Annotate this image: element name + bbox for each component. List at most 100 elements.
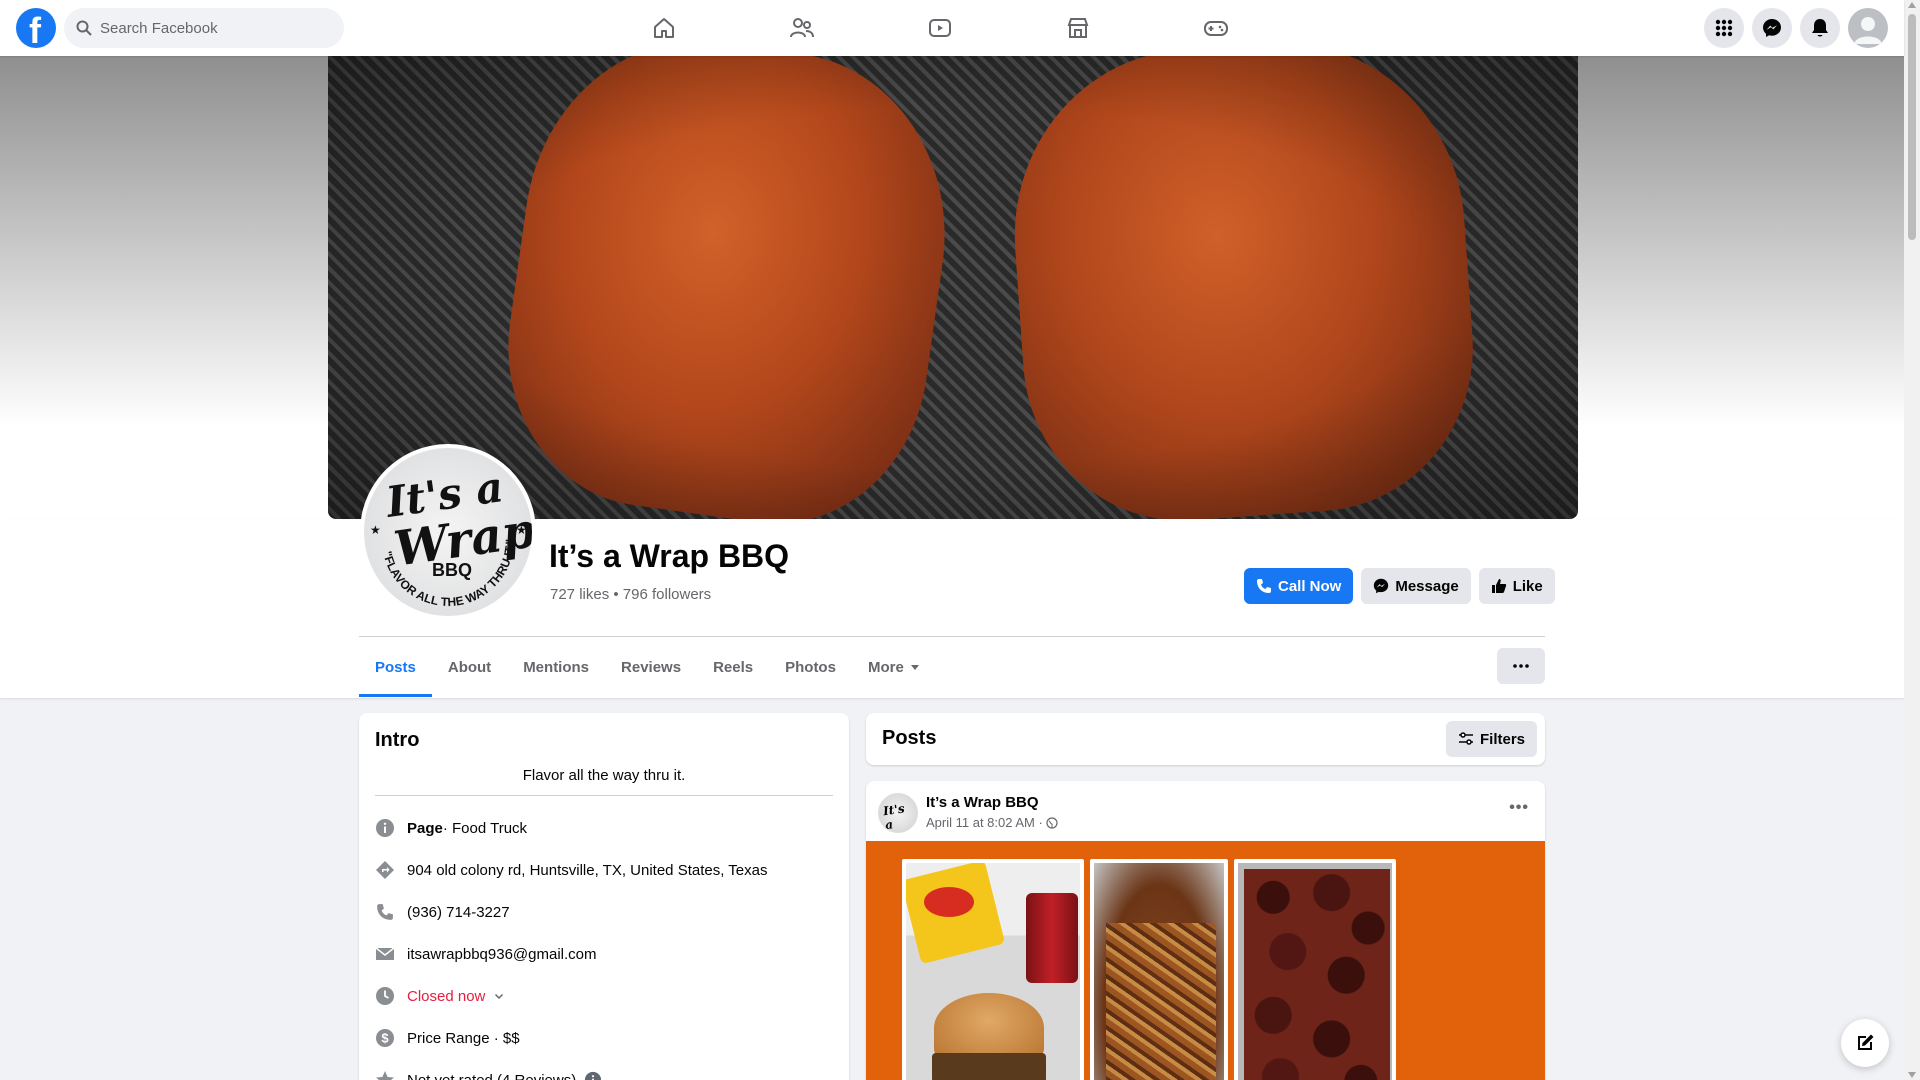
posts-header-card: Posts Filters <box>866 713 1545 765</box>
tab-label: Reviews <box>621 658 682 676</box>
phone-text: (936) 714-3227 <box>407 903 510 921</box>
intro-price-row: $ Price Range · $$ <box>375 1026 520 1050</box>
like-button[interactable]: Like <box>1478 568 1555 604</box>
menu-grid-icon[interactable] <box>1704 8 1744 48</box>
svg-text:"FLAVOR ALL THE WAY THRU IT.": "FLAVOR ALL THE WAY THRU IT." <box>380 539 517 609</box>
page-stats[interactable]: 727 likes • 796 followers <box>550 586 711 603</box>
search-input[interactable] <box>100 8 330 48</box>
home-icon[interactable] <box>608 0 720 56</box>
tab-reviews[interactable]: Reviews <box>605 637 697 697</box>
svg-text:★: ★ <box>370 523 381 537</box>
page-header <box>0 520 1904 698</box>
post-timestamp[interactable]: April 11 at 8:02 AM · <box>926 815 1043 830</box>
price-range-text: Price Range · $$ <box>407 1029 520 1047</box>
globe-icon <box>1046 816 1058 829</box>
caret-down-icon <box>910 665 919 670</box>
call-now-label: Call Now <box>1278 577 1342 595</box>
messenger-icon[interactable] <box>1752 8 1792 48</box>
svg-text:★: ★ <box>516 523 527 537</box>
scroll-down-arrow[interactable] <box>1908 1072 1916 1078</box>
tab-label: Mentions <box>523 658 590 676</box>
post-photo-wings <box>1234 859 1396 1080</box>
address-text: 904 old colony rd, Huntsville, TX, Unite… <box>407 861 768 879</box>
filters-label: Filters <box>1479 730 1525 748</box>
logo-tagline-arc: "FLAVOR ALL THE WAY THRU IT." ★ ★ <box>370 523 527 609</box>
page-actions: Call Now Message Like <box>1244 568 1555 604</box>
intro-address-row[interactable]: 904 old colony rd, Huntsville, TX, Unite… <box>375 858 767 882</box>
watch-icon[interactable] <box>884 0 996 56</box>
avatar-logo-text: It's a <box>882 801 906 833</box>
intro-email-row[interactable]: itsawrapbbq936@gmail.com <box>375 942 597 966</box>
facebook-logo-icon[interactable]: f <box>16 8 56 51</box>
page-tabs: Posts About Mentions Reviews Reels Photo… <box>359 637 936 697</box>
tab-photos[interactable]: Photos <box>769 637 852 697</box>
intro-title: Intro <box>375 729 420 751</box>
rating-text: Not yet rated (4 Reviews) <box>407 1071 577 1080</box>
messenger-icon <box>1374 578 1389 594</box>
post-author-avatar[interactable]: It's a <box>878 793 918 833</box>
like-label: Like <box>1512 577 1543 595</box>
account-controls <box>1704 8 1888 48</box>
gaming-icon[interactable] <box>1160 0 1272 56</box>
scroll-up-arrow[interactable] <box>1908 2 1916 8</box>
intro-bio: Flavor all the way thru it. <box>522 767 686 784</box>
tab-reels[interactable]: Reels <box>697 637 769 697</box>
page-scrollbar[interactable] <box>1904 0 1920 1080</box>
ellipsis-icon <box>1513 664 1529 668</box>
page-logo: It's a Wrap BBQ "FLAVOR ALL THE WAY THRU… <box>364 448 532 616</box>
email-icon <box>375 944 395 964</box>
tab-label: Posts <box>375 658 416 676</box>
search-box[interactable] <box>64 8 344 48</box>
tab-label: More <box>867 658 904 676</box>
tab-about[interactable]: About <box>432 637 507 697</box>
star-icon <box>375 1070 395 1080</box>
clock-icon <box>375 986 395 1006</box>
svg-text:$: $ <box>381 1031 389 1046</box>
intro-category-row: Page · Food Truck <box>375 816 527 840</box>
message-button[interactable]: Message <box>1361 568 1471 604</box>
hours-status: Closed now <box>407 987 486 1005</box>
info-icon <box>375 818 395 838</box>
post-options-icon[interactable]: ••• <box>1509 799 1529 817</box>
notifications-icon[interactable] <box>1800 8 1840 48</box>
compose-icon <box>1858 1034 1874 1050</box>
more-options-button[interactable] <box>1497 648 1545 684</box>
post-author-name[interactable]: It’s a Wrap BBQ <box>926 794 1039 811</box>
search-icon <box>76 20 92 36</box>
info-icon[interactable] <box>584 1071 602 1080</box>
friends-icon[interactable] <box>746 0 858 56</box>
scroll-thumb[interactable] <box>1908 14 1916 240</box>
post-photo-loaded-fries <box>1090 859 1228 1080</box>
chevron-down-icon <box>495 993 504 1000</box>
intro-rating-row: Not yet rated (4 Reviews) <box>375 1068 602 1080</box>
post-meta: April 11 at 8:02 AM · <box>926 815 1058 830</box>
thumbs-up-icon <box>1491 579 1506 593</box>
post-image[interactable] <box>866 841 1545 1080</box>
email-text: itsawrapbbq936@gmail.com <box>407 945 597 963</box>
sliders-icon <box>1458 732 1473 745</box>
tab-posts[interactable]: Posts <box>359 637 432 697</box>
intro-divider <box>375 795 833 796</box>
intro-phone-row[interactable]: (936) 714-3227 <box>375 900 510 924</box>
directions-icon <box>375 860 395 880</box>
filters-button[interactable]: Filters <box>1445 721 1537 757</box>
call-now-button[interactable]: Call Now <box>1244 568 1354 604</box>
intro-hours-row[interactable]: Closed now <box>375 984 505 1008</box>
tab-mentions[interactable]: Mentions <box>507 637 605 697</box>
new-message-button[interactable] <box>1841 1019 1889 1067</box>
intro-card: Intro Flavor all the way thru it. Page ·… <box>359 713 849 1080</box>
tab-label: About <box>447 658 492 676</box>
message-label: Message <box>1395 577 1459 595</box>
post-photo-chips-burger <box>902 859 1084 1080</box>
dollar-icon: $ <box>375 1028 395 1048</box>
account-icon[interactable] <box>1848 8 1888 48</box>
phone-icon <box>375 902 395 922</box>
profile-picture[interactable]: It's a Wrap BBQ "FLAVOR ALL THE WAY THRU… <box>360 444 536 620</box>
marketplace-icon[interactable] <box>1022 0 1134 56</box>
tab-more[interactable]: More <box>852 637 936 697</box>
posts-title: Posts <box>882 727 937 749</box>
page-title: It’s a Wrap BBQ <box>549 538 790 574</box>
phone-icon <box>1257 579 1271 593</box>
post-card: It's a It’s a Wrap BBQ April 11 at 8:02 … <box>866 781 1545 1080</box>
tab-label: Reels <box>713 658 754 676</box>
